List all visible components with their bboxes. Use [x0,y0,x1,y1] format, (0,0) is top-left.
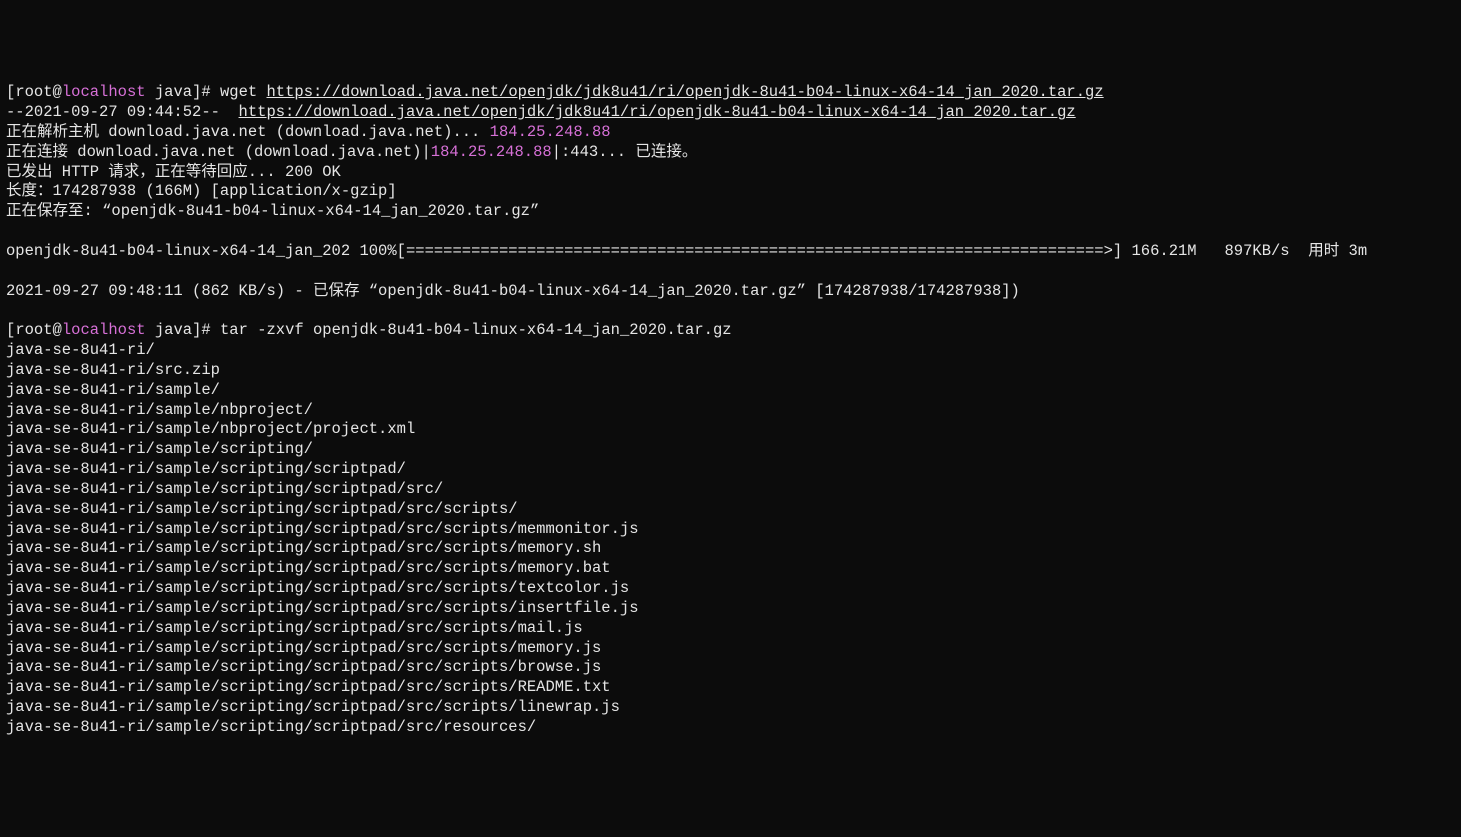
tar-entry: java-se-8u41-ri/sample/scripting/scriptp… [6,718,536,736]
tar-line-1: java-se-8u41-ri/src.zip [6,361,1455,381]
blank [6,222,15,240]
tar-entry: java-se-8u41-ri/sample/scripting/scriptp… [6,599,639,617]
wget-saving: 正在保存至: “openjdk-8u41-b04-linux-x64-14_ja… [6,202,539,220]
wget-line-http: 已发出 HTTP 请求，正在等待回应... 200 OK [6,163,1455,183]
wget-connect-ip: 184.25.248.88 [431,143,552,161]
prompt-host: localhost [62,321,146,339]
command-url: https://download.java.net/openjdk/jdk8u4… [267,83,1104,101]
wget-resolve-text: 正在解析主机 download.java.net (download.java.… [6,123,490,141]
shell-prompt-1: [root@localhost java]# wget https://down… [6,83,1455,103]
prompt-user: root [15,83,52,101]
tar-line-4: java-se-8u41-ri/sample/nbproject/project… [6,420,1455,440]
blank [6,301,15,319]
tar-entry: java-se-8u41-ri/sample/scripting/scriptp… [6,520,639,538]
wget-line-progress: openjdk-8u41-b04-linux-x64-14_jan_202 10… [6,242,1455,262]
tar-line-3: java-se-8u41-ri/sample/nbproject/ [6,401,1455,421]
wget-line-connect: 正在连接 download.java.net (download.java.ne… [6,143,1455,163]
prompt-dir: java]# [146,321,220,339]
blank-line-2 [6,262,1455,282]
tar-line-6: java-se-8u41-ri/sample/scripting/scriptp… [6,460,1455,480]
tar-line-5: java-se-8u41-ri/sample/scripting/ [6,440,1455,460]
tar-entry: java-se-8u41-ri/src.zip [6,361,220,379]
tar-entry: java-se-8u41-ri/sample/scripting/scriptp… [6,460,406,478]
tar-line-8: java-se-8u41-ri/sample/scripting/scriptp… [6,500,1455,520]
wget-done: 2021-09-27 09:48:11 (862 KB/s) - 已保存 “op… [6,282,1020,300]
prompt-user: root [15,321,52,339]
tar-line-18: java-se-8u41-ri/sample/scripting/scriptp… [6,698,1455,718]
tar-entry: java-se-8u41-ri/sample/scripting/scriptp… [6,619,583,637]
shell-prompt-2: [root@localhost java]# tar -zxvf openjdk… [6,321,1455,341]
wget-url: https://download.java.net/openjdk/jdk8u4… [239,103,1076,121]
tar-entry: java-se-8u41-ri/sample/ [6,381,220,399]
tar-entry: java-se-8u41-ri/sample/scripting/scriptp… [6,500,518,518]
wget-line-done: 2021-09-27 09:48:11 (862 KB/s) - 已保存 “op… [6,282,1455,302]
tar-entry: java-se-8u41-ri/sample/scripting/scriptp… [6,639,601,657]
command-text: tar -zxvf openjdk-8u41-b04-linux-x64-14_… [220,321,732,339]
tar-line-10: java-se-8u41-ri/sample/scripting/scriptp… [6,539,1455,559]
terminal-output[interactable]: [root@localhost java]# wget https://down… [6,83,1455,737]
tar-entry: java-se-8u41-ri/sample/scripting/scriptp… [6,559,611,577]
command-text: wget [220,83,267,101]
wget-length: 长度：174287938 (166M) [application/x-gzip] [6,182,397,200]
tar-line-14: java-se-8u41-ri/sample/scripting/scriptp… [6,619,1455,639]
blank-line-3 [6,301,1455,321]
tar-entry: java-se-8u41-ri/sample/nbproject/ [6,401,313,419]
blank [6,262,15,280]
wget-line-resolve: 正在解析主机 download.java.net (download.java.… [6,123,1455,143]
wget-resolve-ip: 184.25.248.88 [490,123,611,141]
prompt-dir: java]# [146,83,220,101]
tar-entry: java-se-8u41-ri/sample/scripting/scriptp… [6,678,611,696]
wget-connect-post: |:443... 已连接。 [552,143,698,161]
prompt-at: @ [53,321,62,339]
tar-line-12: java-se-8u41-ri/sample/scripting/scriptp… [6,579,1455,599]
prompt-open: [ [6,321,15,339]
wget-line-saving: 正在保存至: “openjdk-8u41-b04-linux-x64-14_ja… [6,202,1455,222]
prompt-host: localhost [62,83,146,101]
wget-http-status: 已发出 HTTP 请求，正在等待回应... 200 OK [6,163,341,181]
wget-timestamp: --2021-09-27 09:44:52-- [6,103,239,121]
tar-entry: java-se-8u41-ri/sample/scripting/scriptp… [6,480,443,498]
tar-entry: java-se-8u41-ri/sample/scripting/ [6,440,313,458]
tar-line-2: java-se-8u41-ri/sample/ [6,381,1455,401]
tar-line-15: java-se-8u41-ri/sample/scripting/scriptp… [6,639,1455,659]
tar-entry: java-se-8u41-ri/sample/scripting/scriptp… [6,579,629,597]
blank-line-1 [6,222,1455,242]
prompt-open: [ [6,83,15,101]
tar-line-17: java-se-8u41-ri/sample/scripting/scriptp… [6,678,1455,698]
tar-line-9: java-se-8u41-ri/sample/scripting/scriptp… [6,520,1455,540]
tar-entry: java-se-8u41-ri/sample/scripting/scriptp… [6,539,601,557]
wget-connect-text: 正在连接 download.java.net (download.java.ne… [6,143,431,161]
tar-entry: java-se-8u41-ri/ [6,341,155,359]
wget-line-length: 长度：174287938 (166M) [application/x-gzip] [6,182,1455,202]
tar-line-19: java-se-8u41-ri/sample/scripting/scriptp… [6,718,1455,738]
tar-line-16: java-se-8u41-ri/sample/scripting/scriptp… [6,658,1455,678]
tar-entry: java-se-8u41-ri/sample/nbproject/project… [6,420,415,438]
wget-progress-bar: openjdk-8u41-b04-linux-x64-14_jan_202 10… [6,242,1367,260]
tar-line-13: java-se-8u41-ri/sample/scripting/scriptp… [6,599,1455,619]
tar-line-7: java-se-8u41-ri/sample/scripting/scriptp… [6,480,1455,500]
wget-line-ts: --2021-09-27 09:44:52-- https://download… [6,103,1455,123]
prompt-at: @ [53,83,62,101]
tar-line-11: java-se-8u41-ri/sample/scripting/scriptp… [6,559,1455,579]
tar-line-0: java-se-8u41-ri/ [6,341,1455,361]
tar-entry: java-se-8u41-ri/sample/scripting/scriptp… [6,658,601,676]
tar-entry: java-se-8u41-ri/sample/scripting/scriptp… [6,698,620,716]
